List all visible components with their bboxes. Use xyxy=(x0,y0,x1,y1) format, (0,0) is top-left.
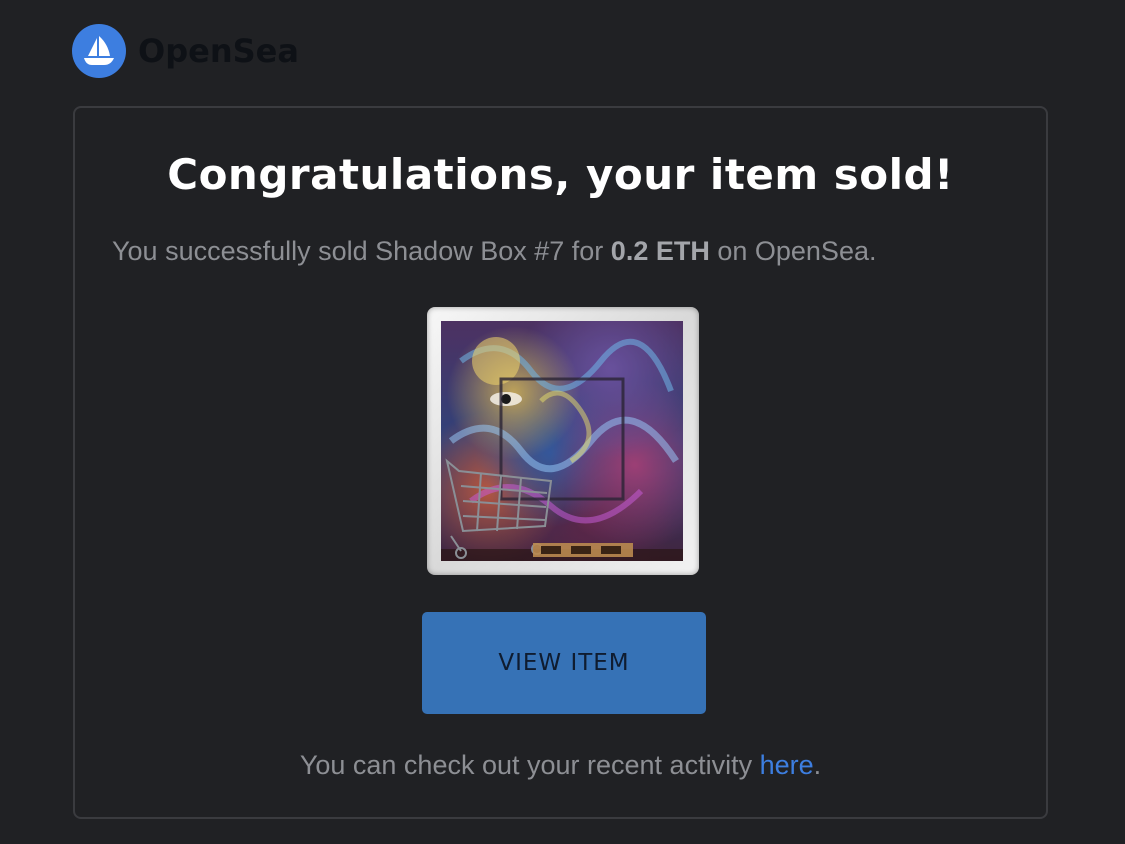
sale-amount: 0.2 ETH xyxy=(610,236,710,266)
brand-name: OpenSea xyxy=(138,32,299,70)
sale-message-prefix: You successfully sold Shadow Box #7 for xyxy=(112,236,611,266)
activity-link[interactable]: here xyxy=(760,750,814,780)
activity-message: You can check out your recent activity h… xyxy=(75,750,1046,781)
view-item-button[interactable]: VIEW ITEM xyxy=(422,612,706,714)
nft-image-frame[interactable] xyxy=(427,307,699,575)
sale-message-suffix: on OpenSea. xyxy=(709,236,877,266)
notification-card: Congratulations, your item sold! You suc… xyxy=(73,106,1048,819)
activity-message-suffix: . xyxy=(813,750,822,780)
opensea-ship-icon[interactable] xyxy=(72,24,126,78)
header: OpenSea xyxy=(72,24,299,78)
sale-message: You successfully sold Shadow Box #7 for … xyxy=(112,236,876,267)
activity-message-prefix: You can check out your recent activity xyxy=(299,750,760,780)
nft-image[interactable] xyxy=(441,321,683,561)
page-title: Congratulations, your item sold! xyxy=(167,150,954,199)
